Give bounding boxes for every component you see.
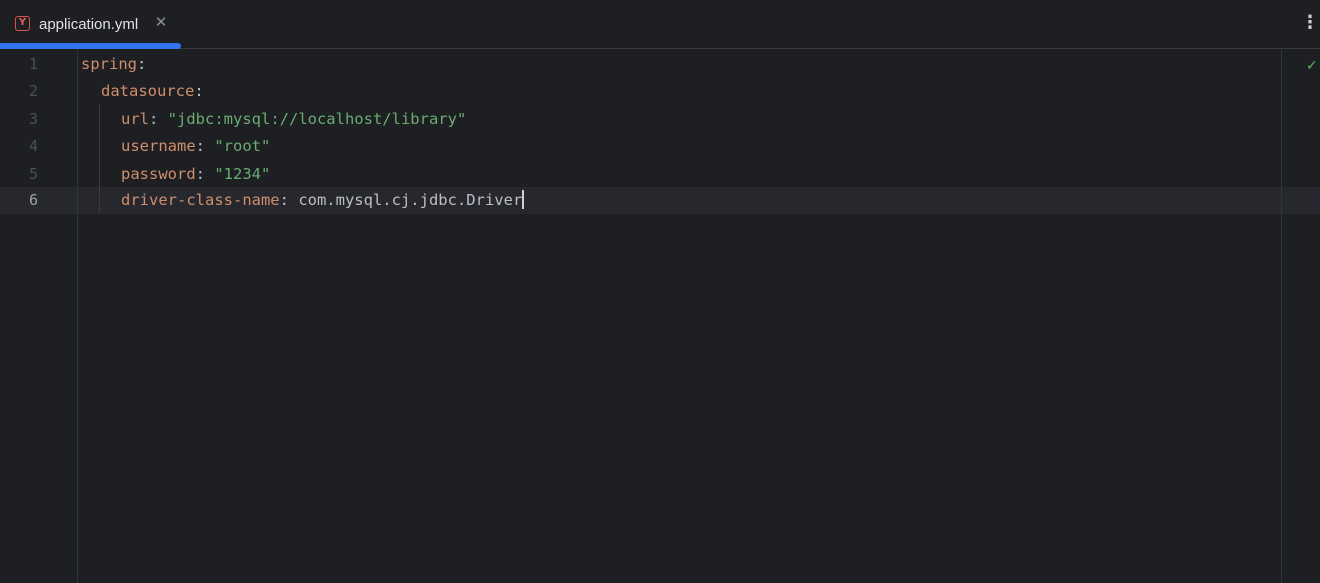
yaml-separator: :: [195, 165, 215, 183]
yaml-separator: :: [279, 191, 299, 209]
yaml-key: driver-class-name: [121, 191, 280, 209]
code-line: password: "1234": [121, 161, 270, 188]
yaml-key: url: [121, 110, 149, 128]
line-number: 1: [28, 55, 38, 73]
yaml-separator: :: [149, 110, 168, 128]
close-icon[interactable]: ✕: [153, 13, 169, 31]
yaml-plain-value: com.mysql.cj.jdbc.Driver: [298, 191, 523, 209]
indent-guide: [99, 104, 100, 213]
line-number: 2: [28, 82, 38, 100]
tab-label[interactable]: application.yml: [39, 16, 138, 34]
check-icon[interactable]: ✓: [1306, 58, 1320, 74]
gutter-divider: [77, 50, 78, 583]
code-line-current: driver-class-name: com.mysql.cj.jdbc.Dri…: [121, 187, 525, 214]
tab-application-yml[interactable]: Y application.yml ✕: [0, 0, 181, 49]
yaml-key: password: [121, 165, 196, 183]
active-tab-indicator: [0, 43, 181, 49]
yaml-key: spring: [81, 55, 137, 73]
more-options-icon[interactable]: ⋮: [1300, 12, 1320, 34]
code-line: url: "jdbc:mysql://localhost/library": [121, 106, 466, 133]
yaml-string-value: "1234": [214, 165, 271, 183]
line-number-current: 6: [28, 191, 38, 209]
code-line: username: "root": [121, 133, 270, 160]
yaml-separator: :: [195, 137, 215, 155]
right-margin-line: [1281, 50, 1282, 583]
yaml-file-icon: Y: [15, 16, 30, 31]
line-number: 3: [28, 110, 38, 128]
code-line: datasource:: [101, 78, 204, 105]
yaml-separator: :: [194, 82, 204, 100]
editor-tab-bar: Y application.yml ✕ ⋮: [0, 0, 1320, 49]
text-caret: [522, 190, 525, 209]
yaml-separator: :: [137, 55, 147, 73]
yaml-key: username: [121, 137, 196, 155]
code-line: spring:: [81, 51, 146, 78]
yaml-string-value: "jdbc:mysql://localhost/library": [167, 110, 467, 128]
yaml-key: datasource: [101, 82, 195, 100]
yaml-string-value: "root": [214, 137, 271, 155]
line-number: 4: [28, 137, 38, 155]
line-number: 5: [28, 165, 38, 183]
code-editor[interactable]: 1 2 3 4 5 6 spring: datasource: url: "jd…: [0, 50, 1320, 583]
